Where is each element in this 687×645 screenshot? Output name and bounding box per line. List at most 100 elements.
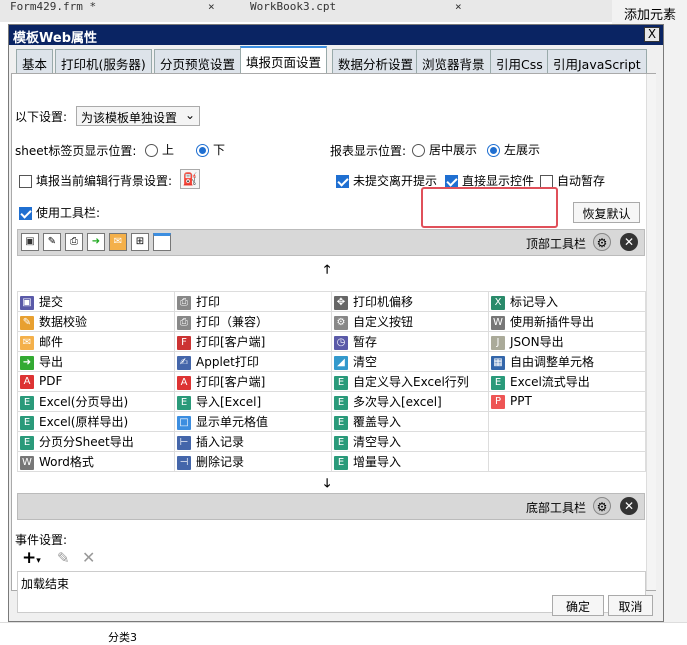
toolbar-button-option[interactable]: E 增量导入 — [331, 451, 489, 472]
toolbar-button-option[interactable]: E 清空导入 — [331, 431, 489, 452]
gear-icon[interactable]: ⚙ — [593, 497, 611, 515]
sheet-pos-top-radio[interactable]: 上 — [145, 141, 174, 158]
tab-data-analysis[interactable]: 数据分析设置 — [332, 49, 420, 73]
toolbar-button-option[interactable]: E 分页分Sheet导出 — [17, 431, 175, 452]
close-icon[interactable]: ✕ — [620, 233, 638, 251]
pdf-icon: A — [20, 374, 34, 389]
paint-bucket-icon[interactable]: ⛽ — [180, 169, 200, 189]
option-label: PPT — [510, 394, 532, 409]
toolbar-button-option[interactable]: A 打印[客户端] — [174, 371, 332, 392]
toolbar-button-option[interactable]: J JSON导出 — [488, 331, 646, 352]
tab-basic[interactable]: 基本 — [16, 49, 54, 73]
toolbar-button-option[interactable]: E Excel(分页导出) — [17, 391, 175, 412]
printer-icon[interactable]: ⎙ — [65, 233, 83, 251]
toolbar-button-option[interactable]: ✉ 邮件 — [17, 331, 175, 352]
export-icon[interactable]: ➜ — [87, 233, 105, 251]
events-label: 事件设置: — [15, 533, 68, 547]
spreadsheet-background: 分类3 — [0, 622, 687, 645]
cell-icon[interactable] — [153, 233, 171, 251]
toolbar-button-option[interactable]: ✎ 数据校验 — [17, 311, 175, 332]
arrow-up-icon[interactable]: 🡑 — [324, 260, 330, 281]
event-item[interactable]: 加载结束 — [21, 575, 642, 592]
toolbar-button-option[interactable]: ⊣ 删除记录 — [174, 451, 332, 472]
tab-fill-page[interactable]: 填报页面设置 — [240, 46, 328, 73]
tab-javascript[interactable]: 引用JavaScript — [547, 49, 647, 73]
pdf-print-icon: A — [177, 375, 191, 390]
option-label: 多次导入[excel] — [353, 395, 442, 409]
option-label: 分页分Sheet导出 — [39, 435, 134, 449]
option-label: Applet打印 — [196, 355, 259, 369]
toolbar-button-option[interactable]: ⚙ 自定义按钮 — [331, 311, 489, 332]
doc-tab-workbook[interactable]: WorkBook3.cpt — [250, 0, 336, 16]
grid-row: W Word格式 ⊣ 删除记录 E 增量导入 — [17, 451, 646, 472]
tab-browser-bg[interactable]: 浏览器背景 — [416, 49, 491, 73]
option-label: Excel(分页导出) — [39, 395, 129, 409]
toolbar-button-option[interactable]: ⎙ 打印 — [174, 291, 332, 312]
report-pos-left-radio[interactable]: 左展示 — [487, 141, 540, 158]
toolbar-button-option[interactable]: ✥ 打印机偏移 — [331, 291, 489, 312]
toolbar-button-option[interactable]: ▦ 自由调整单元格 — [488, 351, 646, 372]
toolbar-button-option[interactable]: X 标记导入 — [488, 291, 646, 312]
ok-button[interactable]: 确定 — [552, 595, 604, 616]
toolbar-button-option[interactable]: W Word格式 — [17, 451, 175, 472]
edit-icon[interactable]: ✎ — [57, 549, 70, 567]
add-element-label[interactable]: 添加元素 — [624, 4, 676, 23]
toolbar-button-option[interactable]: E 多次导入[excel] — [331, 391, 489, 412]
tab-printer[interactable]: 打印机(服务器) — [55, 49, 152, 73]
toolbar-button-option[interactable]: ⊢ 插入记录 — [174, 431, 332, 452]
close-icon[interactable]: × — [208, 0, 215, 16]
report-pos-center-radio[interactable]: 居中展示 — [412, 141, 477, 158]
delete-icon[interactable]: ✕ — [82, 548, 95, 567]
scrollbar[interactable] — [646, 74, 656, 590]
sheet-pos-bottom-radio[interactable]: 下 — [196, 141, 225, 158]
close-icon[interactable]: × — [455, 0, 462, 16]
doc-tab-form[interactable]: Form429.frm * — [10, 0, 96, 16]
toolbar-button-option[interactable]: ◢ 清空 — [331, 351, 489, 372]
toolbar-button-option[interactable]: E 自定义导入Excel行列 — [331, 371, 489, 392]
printer-icon: ⎙ — [177, 315, 191, 330]
insert-row-icon: ⊢ — [177, 435, 191, 450]
toolbar-button-option[interactable]: E 覆盖导入 — [331, 411, 489, 432]
chevron-down-icon: ⌄ — [184, 108, 195, 122]
toolbar-button-option[interactable]: E 导入[Excel] — [174, 391, 332, 412]
gear-icon[interactable]: ⚙ — [593, 233, 611, 251]
pencil-icon: ✎ — [20, 315, 34, 330]
settings-label: 以下设置: — [15, 110, 68, 124]
mail-icon[interactable]: ✉ — [109, 233, 127, 251]
toolbar-button-option[interactable]: P PPT — [488, 391, 646, 412]
tab-css[interactable]: 引用Css — [490, 49, 549, 73]
toolbar-button-option[interactable]: ➜ 导出 — [17, 351, 175, 372]
save-icon[interactable]: ▣ — [21, 233, 39, 251]
grid-row: E Excel(原样导出) □ 显示单元格值 E 覆盖导入 — [17, 411, 646, 432]
toolbar-button-option[interactable]: E Excel流式导出 — [488, 371, 646, 392]
settings-select[interactable]: 为该模板单独设置 ⌄ — [76, 106, 200, 126]
toolbar-button-option[interactable]: □ 显示单元格值 — [174, 411, 332, 432]
fill-page-settings-panel: 以下设置: 为该模板单独设置 ⌄ sheet标签页显示位置: 上 下 报表显示位置… — [11, 73, 656, 613]
ppt-icon: P — [491, 394, 505, 409]
cancel-button[interactable]: 取消 — [608, 595, 653, 616]
close-icon[interactable]: ✕ — [620, 497, 638, 515]
toolbar-button-option[interactable]: ⎙ 打印（兼容） — [174, 311, 332, 332]
option-label: 覆盖导入 — [353, 415, 402, 429]
toolbar-button-option[interactable]: ◷ 暂存 — [331, 331, 489, 352]
mail-icon: ✉ — [20, 335, 34, 350]
option-label: 自由调整单元格 — [510, 355, 595, 369]
toolbar-button-option[interactable]: E Excel(原样导出) — [17, 411, 175, 432]
toolbar-button-option[interactable]: A PDF — [17, 371, 175, 392]
toolbar-button-option[interactable]: ▣ 提交 — [17, 291, 175, 312]
option-label: 使用新插件导出 — [510, 315, 595, 329]
add-icon[interactable]: +▾ — [22, 548, 41, 568]
arrow-down-icon[interactable]: 🡓 — [324, 474, 330, 495]
use-toolbar-checkbox[interactable]: 使用工具栏: — [19, 204, 100, 221]
bg-setting-checkbox[interactable]: 填报当前编辑行背景设置: — [19, 172, 172, 189]
toolbar-button-option[interactable]: W 使用新插件导出 — [488, 311, 646, 332]
restore-default-button[interactable]: 恢复默认 — [573, 202, 640, 223]
close-button[interactable]: X — [644, 27, 660, 42]
top-toolbar-label: 顶部工具栏 — [526, 237, 587, 251]
toolbar-button-option[interactable]: ✍ Applet打印 — [174, 351, 332, 372]
grid-row: E 分页分Sheet导出 ⊢ 插入记录 E 清空导入 — [17, 431, 646, 452]
insert-row-icon[interactable]: ⊞ — [131, 233, 149, 251]
pencil-icon[interactable]: ✎ — [43, 233, 61, 251]
toolbar-button-option[interactable]: F 打印[客户端] — [174, 331, 332, 352]
tab-page-preview[interactable]: 分页预览设置 — [154, 49, 242, 73]
